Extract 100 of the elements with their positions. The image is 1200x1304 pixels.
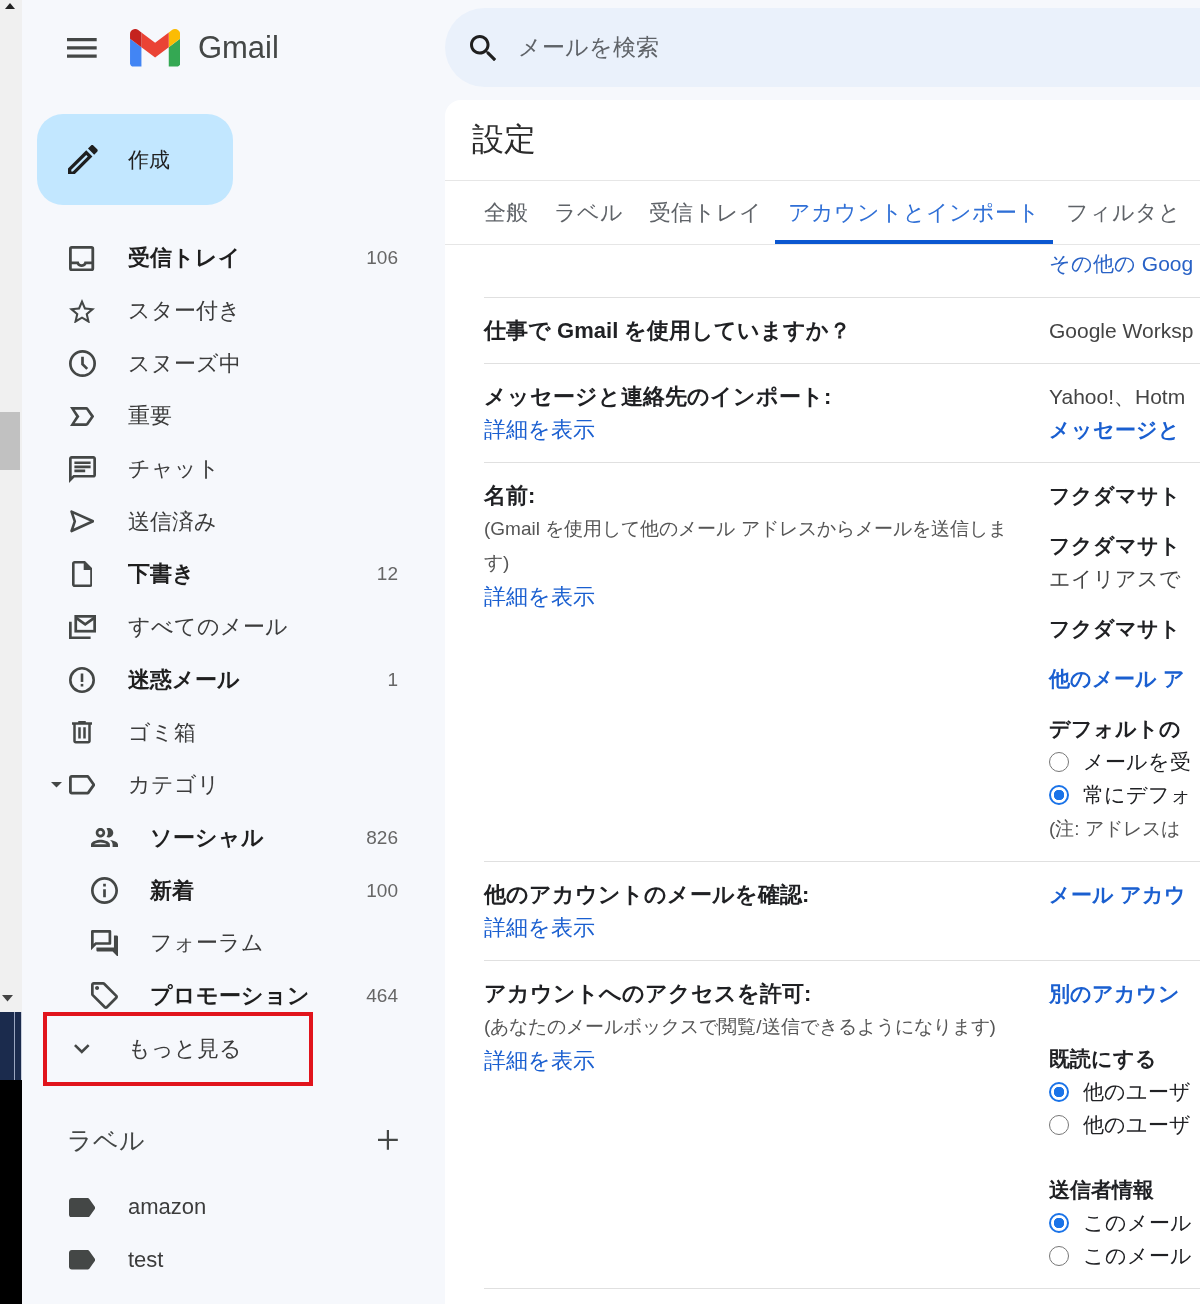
radio-button[interactable] bbox=[1049, 1245, 1069, 1266]
people-icon bbox=[90, 828, 118, 848]
alert-icon bbox=[69, 666, 95, 693]
label-arrow-icon bbox=[69, 406, 95, 426]
radio-button[interactable] bbox=[1049, 1114, 1069, 1135]
folder-link[interactable]: 迷惑メール bbox=[128, 664, 240, 695]
setting-value: デフォルトの bbox=[1049, 717, 1181, 740]
section-title: ラベル bbox=[67, 1124, 145, 1156]
info-icon bbox=[90, 877, 118, 905]
setting-description: (Gmail を使用して他のメール アドレスからメールを送信します) bbox=[484, 517, 1008, 575]
radio-button[interactable] bbox=[1049, 751, 1069, 772]
settings-tab[interactable]: ラベル bbox=[541, 181, 636, 244]
search-icon[interactable] bbox=[470, 34, 497, 61]
setting-label: 仕事で Gmail を使用していますか？ bbox=[484, 317, 853, 345]
details-link[interactable]: 詳細を表示 bbox=[484, 584, 595, 609]
window-edge-panel bbox=[0, 1012, 22, 1080]
scroll-down-arrow-icon[interactable] bbox=[2, 995, 13, 1002]
folder-link[interactable]: プロモーション bbox=[150, 980, 310, 1011]
trash-icon bbox=[72, 721, 92, 744]
label-icon bbox=[68, 1250, 96, 1270]
scrollbar-thumb[interactable] bbox=[0, 412, 20, 470]
folder-link[interactable]: 受信トレイ bbox=[128, 243, 241, 274]
label-link[interactable]: test bbox=[128, 1247, 164, 1274]
document-icon bbox=[71, 561, 93, 588]
folder-link[interactable]: すべてのメール bbox=[128, 612, 288, 643]
inbox-icon bbox=[69, 245, 95, 271]
menu-icon[interactable] bbox=[67, 38, 97, 58]
radio-label[interactable]: このメール bbox=[1083, 1239, 1192, 1272]
setting-value: Google Worksp bbox=[1049, 319, 1194, 342]
unread-count: 464 bbox=[366, 984, 398, 1007]
settings-tab[interactable]: 受信トレイ bbox=[636, 181, 775, 244]
settings-link[interactable]: その他の Goog bbox=[1049, 252, 1194, 275]
setting-value: エイリアスで bbox=[1049, 567, 1181, 590]
caret-icon[interactable] bbox=[51, 782, 62, 788]
folder-link[interactable]: もっと見る bbox=[128, 1033, 242, 1064]
setting-value: 送信者情報 bbox=[1049, 1178, 1154, 1201]
folder-link[interactable]: フォーラム bbox=[150, 928, 264, 959]
settings-tab[interactable]: 全般 bbox=[471, 181, 541, 244]
radio-label[interactable]: 他のユーザ bbox=[1083, 1108, 1191, 1141]
folder-link[interactable]: 重要 bbox=[128, 401, 172, 432]
folder-link[interactable]: スヌーズ中 bbox=[128, 348, 241, 379]
label-link[interactable]: amazon bbox=[128, 1194, 207, 1221]
plus-icon[interactable] bbox=[378, 1130, 398, 1150]
folder-link[interactable]: 新着 bbox=[150, 875, 194, 906]
chat-bubble-icon bbox=[68, 455, 96, 483]
envelopes-icon bbox=[68, 615, 96, 640]
setting-link[interactable]: メール アカウ bbox=[1049, 883, 1186, 906]
folder-link[interactable]: 下書き bbox=[128, 559, 195, 590]
folder-link[interactable]: ゴミ箱 bbox=[128, 717, 196, 748]
tag-icon bbox=[90, 982, 118, 1010]
radio-label[interactable]: 常にデフォ bbox=[1083, 778, 1192, 811]
setting-description: (あなたのメールボックスで閲覧/送信できるようになります) bbox=[484, 1015, 997, 1039]
setting-value: 既読にする bbox=[1049, 1047, 1157, 1070]
unread-count: 12 bbox=[376, 563, 398, 586]
details-link[interactable]: 詳細を表示 bbox=[484, 1048, 595, 1073]
setting-link[interactable]: メッセージと bbox=[1049, 418, 1180, 441]
folder-link[interactable]: ソーシャル bbox=[150, 822, 264, 853]
search-field[interactable]: メールを検索 bbox=[445, 8, 1200, 87]
compose-button[interactable]: 作成 bbox=[37, 114, 233, 205]
radio-button[interactable] bbox=[1049, 1081, 1069, 1102]
logo-icon[interactable] bbox=[129, 29, 180, 67]
label-icon bbox=[68, 1197, 96, 1218]
unread-count: 826 bbox=[366, 826, 398, 849]
pencil-icon bbox=[68, 144, 98, 175]
page-title: 設定 bbox=[472, 120, 536, 159]
settings-tab[interactable]: アカウントとインポート bbox=[775, 181, 1053, 244]
setting-label: アカウントへのアクセスを許可: bbox=[484, 980, 813, 1008]
setting-note: (注: アドレスは bbox=[1049, 818, 1180, 839]
setting-value: フクダマサト bbox=[1049, 484, 1181, 507]
setting-label: 他のアカウントのメールを確認: bbox=[484, 881, 811, 909]
folder-link[interactable]: スター付き bbox=[128, 296, 241, 327]
folder-link[interactable]: チャット bbox=[128, 454, 220, 485]
folder-link[interactable]: カテゴリ bbox=[128, 770, 220, 801]
chevron-down-icon bbox=[74, 1043, 90, 1054]
setting-value: Yahoo!、Hotm bbox=[1049, 385, 1186, 408]
setting-link[interactable]: 別のアカウン bbox=[1049, 982, 1180, 1005]
folder-link[interactable]: 送信済み bbox=[128, 506, 217, 537]
radio-button[interactable] bbox=[1049, 784, 1069, 805]
details-link[interactable]: 詳細を表示 bbox=[484, 915, 595, 940]
send-icon bbox=[69, 510, 95, 534]
radio-label[interactable]: 他のユーザ bbox=[1083, 1075, 1191, 1108]
unread-count: 1 bbox=[387, 668, 398, 691]
radio-button[interactable] bbox=[1049, 1212, 1069, 1233]
chat-bubbles-icon bbox=[90, 930, 118, 957]
star-icon bbox=[69, 298, 95, 324]
label-icon bbox=[68, 775, 96, 795]
radio-label[interactable]: メールを受 bbox=[1083, 745, 1191, 778]
unread-count: 106 bbox=[366, 247, 398, 270]
app-name: Gmail bbox=[197, 30, 279, 66]
setting-link[interactable]: 他のメール ア bbox=[1049, 667, 1185, 690]
setting-value: フクダマサト bbox=[1049, 617, 1181, 640]
clock-icon bbox=[68, 350, 96, 378]
details-link[interactable]: 詳細を表示 bbox=[484, 417, 595, 442]
setting-value: フクダマサト bbox=[1049, 534, 1181, 557]
radio-label[interactable]: このメール bbox=[1083, 1206, 1192, 1239]
setting-label: メッセージと連絡先のインポート: bbox=[484, 383, 833, 411]
unread-count: 100 bbox=[366, 879, 398, 902]
settings-tab[interactable]: フィルタと bbox=[1053, 181, 1194, 244]
scroll-up-arrow-icon[interactable] bbox=[5, 3, 15, 9]
setting-label: 名前: bbox=[484, 482, 537, 510]
